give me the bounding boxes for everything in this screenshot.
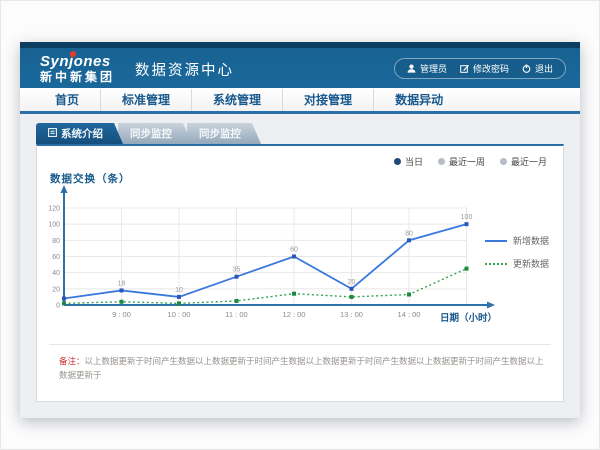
- tab-bar: 系统介绍 同步监控 同步监控: [36, 123, 580, 144]
- svg-text:80: 80: [52, 238, 60, 245]
- line-chart: 0 20 40 60 80 100 120 9 : 00 10 : 00 11 : 00 12 : …: [45, 184, 515, 334]
- change-password-button[interactable]: 修改密码: [460, 62, 509, 75]
- tab-label: 同步监控: [130, 126, 172, 141]
- dotted-line-swatch-icon: [485, 263, 507, 265]
- svg-text:35: 35: [233, 267, 241, 274]
- tab-sync-monitor-1[interactable]: 同步监控: [118, 123, 192, 144]
- solid-line-swatch-icon: [485, 240, 507, 242]
- logo-text: Synjones: [40, 54, 115, 69]
- legend-item-new-data: 新增数据: [485, 234, 549, 247]
- svg-text:日期（小时）: 日期（小时）: [440, 312, 497, 324]
- radio-today[interactable]: 当日: [394, 155, 423, 168]
- footnote: 备注：以上数据更新于时间产生数据以上数据更新于时间产生数据以上数据更新于时间产生…: [59, 355, 549, 382]
- legend-item-updated-data: 更新数据: [485, 257, 549, 270]
- content-area: 系统介绍 同步监控 同步监控 当日 最近一周: [20, 114, 580, 415]
- change-password-label: 修改密码: [473, 62, 509, 75]
- note-divider: [49, 344, 551, 345]
- radio-dot-icon: [438, 158, 445, 165]
- svg-text:9 : 00: 9 : 00: [112, 310, 131, 319]
- legend-label: 新增数据: [513, 234, 549, 247]
- radio-dot-icon: [394, 158, 401, 165]
- svg-text:20: 20: [52, 286, 60, 293]
- radio-label: 最近一月: [511, 155, 547, 168]
- svg-text:14 : 00: 14 : 00: [398, 310, 421, 319]
- logo-subtext: 新中新集团: [40, 71, 115, 83]
- svg-text:60: 60: [52, 254, 60, 261]
- svg-text:13 : 00: 13 : 00: [340, 310, 363, 319]
- brand-logo: Synjones 新中新集团: [34, 54, 115, 83]
- nav-item-interface-mgmt[interactable]: 对接管理: [283, 89, 374, 111]
- nav-item-standard-mgmt[interactable]: 标准管理: [101, 89, 192, 111]
- range-filter: 当日 最近一周 最近一月: [394, 155, 547, 168]
- svg-text:100: 100: [461, 214, 473, 221]
- user-name-label: 管理员: [420, 62, 447, 75]
- document-icon: [48, 128, 57, 140]
- page-title: 数据资源中心: [135, 59, 234, 80]
- nav-item-home[interactable]: 首页: [34, 89, 101, 111]
- edit-icon: [460, 64, 469, 73]
- svg-text:10 : 00: 10 : 00: [168, 310, 191, 319]
- radio-label: 最近一周: [449, 155, 485, 168]
- svg-text:120: 120: [48, 206, 60, 213]
- footnote-prefix: 备注：: [59, 356, 85, 366]
- logout-button[interactable]: 退出: [522, 62, 553, 75]
- legend-label: 更新数据: [513, 257, 549, 270]
- main-nav: 首页 标准管理 系统管理 对接管理 数据异动: [20, 88, 580, 114]
- power-icon: [522, 64, 531, 73]
- svg-text:20: 20: [348, 279, 356, 286]
- svg-text:10: 10: [175, 287, 183, 294]
- svg-text:100: 100: [48, 222, 60, 229]
- app-window: Synjones 新中新集团 数据资源中心 管理员 修改密码 退出: [20, 42, 580, 418]
- screenshot-canvas: Synjones 新中新集团 数据资源中心 管理员 修改密码 退出: [0, 0, 600, 450]
- tab-label: 系统介绍: [61, 126, 103, 141]
- tab-sync-monitor-2[interactable]: 同步监控: [187, 123, 261, 144]
- radio-dot-icon: [500, 158, 507, 165]
- svg-text:80: 80: [405, 230, 413, 237]
- nav-item-system-mgmt[interactable]: 系统管理: [192, 89, 283, 111]
- nav-item-data-change[interactable]: 数据异动: [374, 89, 464, 111]
- tab-label: 同步监控: [199, 126, 241, 141]
- svg-text:60: 60: [290, 247, 298, 254]
- chart-panel: 当日 最近一周 最近一月 数据交换（条） 0204060801001209 : …: [36, 144, 564, 402]
- svg-text:0: 0: [56, 303, 60, 310]
- logout-label: 退出: [535, 62, 553, 75]
- radio-last-month[interactable]: 最近一月: [500, 155, 547, 168]
- svg-text:40: 40: [52, 270, 60, 277]
- svg-text:12 : 00: 12 : 00: [283, 310, 306, 319]
- footnote-text: 以上数据更新于时间产生数据以上数据更新于时间产生数据以上数据更新于时间产生数据以…: [59, 356, 544, 380]
- svg-text:11 : 00: 11 : 00: [225, 310, 247, 319]
- chart-legend: 新增数据 更新数据: [485, 234, 549, 280]
- user-menu[interactable]: 管理员: [407, 62, 447, 75]
- user-toolbar: 管理员 修改密码 退出: [394, 58, 566, 79]
- svg-text:18: 18: [118, 280, 126, 287]
- radio-last-week[interactable]: 最近一周: [438, 155, 485, 168]
- radio-label: 当日: [405, 155, 423, 168]
- app-header: Synjones 新中新集团 数据资源中心 管理员 修改密码 退出: [20, 48, 580, 88]
- tab-system-intro[interactable]: 系统介绍: [36, 123, 123, 144]
- user-icon: [407, 64, 416, 73]
